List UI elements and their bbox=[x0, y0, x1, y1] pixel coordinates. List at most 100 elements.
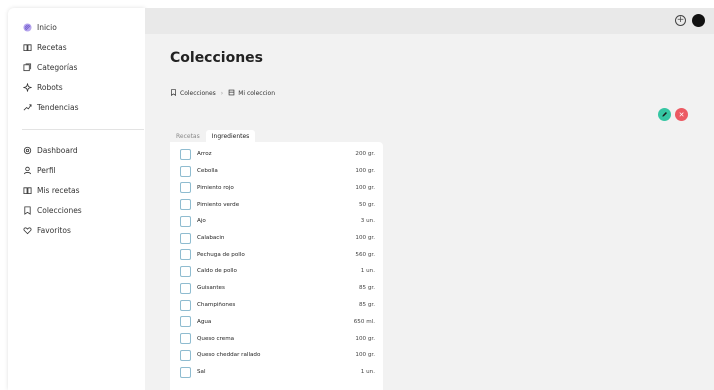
ingredient-name: Sal bbox=[197, 369, 206, 375]
sidebar-item-tendencias[interactable]: Tendencias bbox=[8, 98, 145, 118]
sidebar-item-label: Robots bbox=[37, 83, 63, 93]
ingredient-checkbox[interactable] bbox=[180, 265, 191, 277]
ingredient-name: Champiñones bbox=[197, 302, 236, 308]
sidebar-item-categorias[interactable]: Categorías bbox=[8, 57, 145, 77]
edit-button[interactable] bbox=[658, 108, 671, 121]
ingredient-checkbox[interactable] bbox=[180, 366, 191, 378]
page-title: Colecciones bbox=[170, 50, 263, 66]
ingredient-name: Pechuga de pollo bbox=[197, 251, 245, 258]
ingredient-quantity: 1 un. bbox=[360, 268, 375, 274]
ingredient-checkbox[interactable] bbox=[180, 165, 191, 177]
gear-icon bbox=[22, 145, 32, 155]
ingredient-checkbox[interactable] bbox=[180, 182, 191, 193]
main-content: + Colecciones Colecciones › Mi coleccion… bbox=[145, 8, 714, 390]
ingredient-checkbox[interactable] bbox=[180, 316, 191, 327]
delete-button[interactable]: ✕ bbox=[675, 108, 688, 121]
sidebar-item-label: Inicio bbox=[37, 22, 57, 32]
ingredient-checkbox[interactable] bbox=[180, 232, 191, 244]
ingredient-checkbox[interactable] bbox=[180, 282, 191, 294]
list-item: Pechuga de pollo 560 gr. bbox=[180, 249, 375, 261]
bookmark-icon bbox=[22, 206, 32, 216]
ingredient-checkbox[interactable] bbox=[180, 349, 191, 361]
sidebar-divider bbox=[22, 129, 144, 130]
avatar[interactable] bbox=[692, 14, 705, 27]
sidebar-item-robots[interactable]: Robots bbox=[8, 78, 145, 98]
ingredient-quantity: 85 gr. bbox=[358, 285, 375, 291]
list-item: Caldo de pollo 1 un. bbox=[180, 265, 375, 277]
heart-icon bbox=[22, 226, 32, 236]
tag-stack-icon bbox=[22, 62, 32, 72]
ingredient-checkbox[interactable] bbox=[180, 148, 191, 160]
logo-icon bbox=[22, 22, 32, 32]
ingredient-name: Guisantes bbox=[197, 285, 225, 291]
ingredient-quantity: 650 ml. bbox=[353, 318, 375, 325]
ingredient-name: Queso cheddar rallado bbox=[197, 352, 261, 358]
user-icon bbox=[22, 165, 32, 175]
close-icon: ✕ bbox=[678, 110, 685, 119]
ingredient-quantity: 560 gr. bbox=[355, 251, 375, 258]
sidebar-item-colecciones[interactable]: Colecciones bbox=[8, 201, 145, 221]
ingredient-name: Arroz bbox=[197, 151, 212, 157]
ingredient-quantity: 200 gr. bbox=[355, 151, 375, 157]
list-item: Champiñones 85 gr. bbox=[180, 299, 375, 311]
bookmark-icon bbox=[170, 89, 180, 98]
ingredients-card: Arroz 200 gr. Cebolla 100 gr. Pimiento r… bbox=[170, 142, 383, 390]
ingredient-checkbox[interactable] bbox=[180, 215, 191, 227]
ingredient-name: Cebolla bbox=[197, 168, 218, 174]
sidebar-item-dashboard[interactable]: Dashboard bbox=[8, 140, 145, 160]
sidebar-item-favoritos[interactable]: Favoritos bbox=[8, 221, 145, 241]
collection-icon bbox=[228, 89, 238, 98]
list-item: Agua 650 ml. bbox=[180, 316, 375, 328]
ingredient-quantity: 100 gr. bbox=[355, 335, 375, 342]
ingredient-checkbox[interactable] bbox=[180, 333, 191, 344]
list-item: Guisantes 85 gr. bbox=[180, 282, 375, 294]
ingredient-quantity: 100 gr. bbox=[355, 235, 375, 241]
ingredient-checkbox[interactable] bbox=[180, 299, 191, 311]
ingredient-quantity: 100 gr. bbox=[355, 168, 375, 174]
ingredient-name: Caldo de pollo bbox=[197, 268, 237, 274]
list-item: Sal 1 un. bbox=[180, 366, 375, 378]
ingredient-checkbox[interactable] bbox=[180, 199, 191, 210]
sidebar-item-label: Tendencias bbox=[37, 103, 79, 113]
ingredient-name: Ajo bbox=[197, 218, 206, 224]
sidebar-item-mis-recetas[interactable]: Mis recetas bbox=[8, 180, 145, 200]
sidebar-item-inicio[interactable]: Inicio bbox=[8, 17, 145, 37]
sidebar-secondary-nav: Dashboard Perfil Mis recetas Colecciones… bbox=[8, 140, 145, 241]
sidebar-item-label: Mis recetas bbox=[37, 185, 80, 195]
add-icon[interactable]: + bbox=[675, 15, 686, 26]
book-open-icon bbox=[22, 185, 32, 195]
ingredient-name: Agua bbox=[197, 318, 212, 325]
sidebar-item-label: Dashboard bbox=[37, 145, 78, 155]
ingredient-checkbox[interactable] bbox=[180, 249, 191, 260]
list-item: Pimiento rojo 100 gr. bbox=[180, 182, 375, 194]
top-bar: + bbox=[145, 8, 714, 34]
sidebar-item-label: Perfil bbox=[37, 165, 56, 175]
ingredient-name: Pimiento rojo bbox=[197, 184, 234, 191]
list-item: Queso cheddar rallado 100 gr. bbox=[180, 349, 375, 361]
sidebar: Inicio Recetas Categorías Robots Tendenc… bbox=[8, 8, 145, 390]
list-item: Calabacin 100 gr. bbox=[180, 232, 375, 244]
sidebar-item-recetas[interactable]: Recetas bbox=[8, 37, 145, 57]
sidebar-item-perfil[interactable]: Perfil bbox=[8, 160, 145, 180]
chevron-right-icon: › bbox=[220, 90, 224, 97]
sparkle-icon bbox=[22, 83, 32, 93]
list-item: Queso crema 100 gr. bbox=[180, 333, 375, 345]
ingredient-quantity: 85 gr. bbox=[358, 302, 375, 308]
ingredient-name: Calabacin bbox=[197, 235, 225, 241]
sidebar-item-label: Categorías bbox=[37, 62, 78, 72]
pencil-icon bbox=[662, 112, 667, 117]
list-item: Ajo 3 un. bbox=[180, 215, 375, 227]
ingredient-name: Queso crema bbox=[197, 335, 235, 342]
list-item: Pimiento verde 50 gr. bbox=[180, 199, 375, 211]
breadcrumb-root[interactable]: Colecciones bbox=[180, 90, 216, 97]
list-item: Arroz 200 gr. bbox=[180, 148, 375, 160]
ingredient-quantity: 50 gr. bbox=[358, 201, 375, 208]
ingredient-quantity: 3 un. bbox=[360, 218, 375, 224]
sidebar-item-label: Favoritos bbox=[37, 226, 71, 236]
ingredient-name: Pimiento verde bbox=[197, 201, 240, 208]
sidebar-item-label: Recetas bbox=[37, 42, 67, 52]
sidebar-primary-nav: Inicio Recetas Categorías Robots Tendenc… bbox=[8, 17, 145, 118]
ingredient-quantity: 100 gr. bbox=[355, 184, 375, 191]
trend-icon bbox=[22, 103, 32, 113]
ingredient-quantity: 1 un. bbox=[360, 369, 375, 375]
